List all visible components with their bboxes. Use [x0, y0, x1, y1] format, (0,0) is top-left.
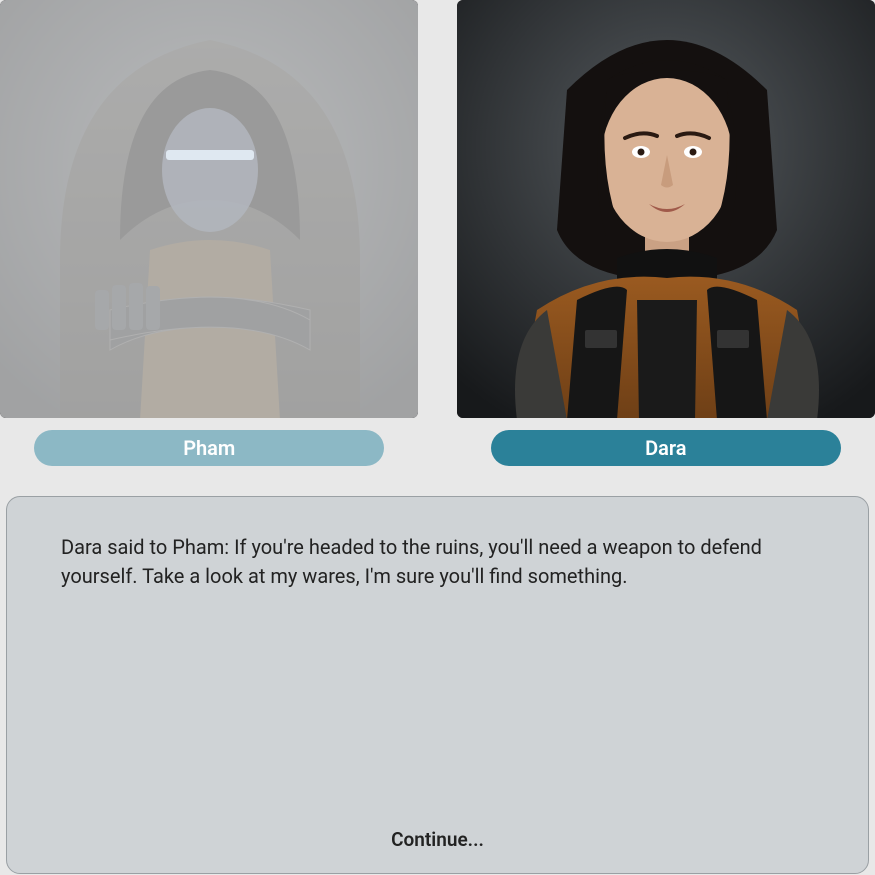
name-pill-left: Pham — [34, 430, 384, 466]
portrait-pham — [0, 0, 418, 418]
continue-button[interactable]: Continue... — [61, 828, 814, 857]
name-pill-right: Dara — [491, 430, 841, 466]
portrait-pham-art — [0, 0, 418, 418]
dialog-text: Dara said to Pham: If you're headed to t… — [61, 533, 814, 591]
dialog-box: Dara said to Pham: If you're headed to t… — [6, 496, 869, 874]
portrait-dara — [457, 0, 875, 418]
portrait-dara-art — [457, 0, 875, 418]
portrait-row: Pham — [0, 0, 875, 466]
character-right: Dara — [457, 0, 875, 466]
character-name-left: Pham — [183, 436, 235, 460]
character-name-right: Dara — [645, 436, 686, 460]
character-left: Pham — [0, 0, 419, 466]
